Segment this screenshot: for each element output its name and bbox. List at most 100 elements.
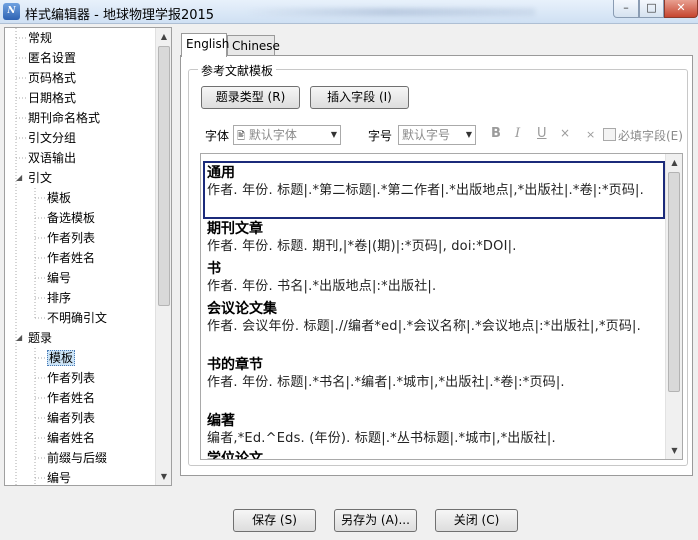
template-name: 通用 bbox=[207, 165, 235, 181]
button-label: 关闭 (C) bbox=[453, 513, 500, 527]
tree-item-label: 排序 bbox=[47, 291, 72, 305]
tree-item-anonymous[interactable]: 匿名设置 bbox=[28, 49, 76, 67]
template-list-scrollbar[interactable]: ▲ ▼ bbox=[665, 154, 682, 459]
tree-item-label: 常规 bbox=[28, 31, 53, 45]
template-entry[interactable]: 编著 编者,*Ed.^Eds. (年份). 标题|.*丛书标题|.*城市|,*出… bbox=[207, 412, 667, 448]
button-label: 题录类型 (R) bbox=[215, 90, 286, 104]
tree-item-citation-numbering[interactable]: 编号 bbox=[47, 269, 71, 287]
tree-item-general[interactable]: 常规 bbox=[28, 29, 52, 47]
superscript-button[interactable]: × bbox=[560, 126, 570, 140]
chevron-down-icon: ▼ bbox=[465, 130, 472, 139]
button-label: 另存为 (A)... bbox=[341, 513, 410, 527]
tree-item-bibliography-templates[interactable]: 模板 bbox=[47, 349, 76, 367]
required-field-checkbox[interactable] bbox=[603, 128, 616, 141]
tree-item-citation-author-lists[interactable]: 作者列表 bbox=[47, 229, 95, 247]
tree-item-label: 题录 bbox=[28, 331, 53, 345]
reference-type-button[interactable]: 题录类型 (R) bbox=[201, 86, 300, 109]
tab-chinese[interactable]: Chinese bbox=[227, 35, 280, 57]
tree-item-bilingual-output[interactable]: 双语输出 bbox=[28, 149, 76, 167]
template-body[interactable]: 作者. 年份. 标题. 期刊,|*卷|(期)|:*页码|, doi:*DOI|. bbox=[207, 238, 667, 256]
tab-english[interactable]: English bbox=[181, 33, 230, 57]
button-label: 保存 (S) bbox=[252, 513, 297, 527]
close-icon: ✕ bbox=[676, 1, 686, 14]
template-entry[interactable]: 期刊文章 作者. 年份. 标题. 期刊,|*卷|(期)|:*页码|, doi:*… bbox=[207, 220, 667, 256]
template-entry[interactable]: 学位论文 bbox=[207, 450, 667, 460]
tree-item-label: 编号 bbox=[47, 271, 72, 285]
tree-item-label: 前缀与后缀 bbox=[47, 451, 108, 465]
tree-item-label: 期刊命名格式 bbox=[28, 111, 101, 125]
tree-item-label: 不明确引文 bbox=[47, 311, 108, 325]
template-body[interactable]: 作者. 年份. 书名|.*出版地点|:*出版社|. bbox=[207, 278, 667, 296]
tree-item-label: 编者姓名 bbox=[47, 431, 96, 445]
tree-item-label: 双语输出 bbox=[28, 151, 77, 165]
tree-item-label: 作者姓名 bbox=[47, 251, 96, 265]
template-entry[interactable]: 通用 作者. 年份. 标题|.*第二标题|.*第二作者|.*出版地点|,*出版社… bbox=[207, 164, 667, 200]
tree-item-date-format[interactable]: 日期格式 bbox=[28, 89, 76, 107]
tree-item-bib-author-lists[interactable]: 作者列表 bbox=[47, 369, 95, 387]
tree-item-bib-numbering[interactable]: 编号 bbox=[47, 469, 71, 485]
font-select[interactable]: 🖹 默认字体 ▼ bbox=[233, 125, 341, 145]
template-body[interactable]: 作者. 年份. 标题|.*书名|.*编者|.*城市|,*出版社|.*卷|:*页码… bbox=[207, 374, 667, 392]
tree-scrollbar[interactable]: ▲ ▼ bbox=[155, 28, 171, 485]
collapse-triangle-icon[interactable]: ◢ bbox=[16, 329, 26, 347]
tree-item-label: 备选模板 bbox=[47, 211, 96, 225]
tree-item-page-format[interactable]: 页码格式 bbox=[28, 69, 76, 87]
title-bar: N 样式编辑器 - 地球物理学报2015 – □ ✕ bbox=[0, 0, 698, 24]
maximize-button[interactable]: □ bbox=[639, 0, 664, 18]
template-entry[interactable]: 书 作者. 年份. 书名|.*出版地点|:*出版社|. bbox=[207, 260, 667, 296]
template-entry[interactable]: 书的章节 作者. 年份. 标题|.*书名|.*编者|.*城市|,*出版社|.*卷… bbox=[207, 356, 667, 392]
tree-item-label: 引文 bbox=[28, 171, 53, 185]
size-select[interactable]: 默认字号 ▼ bbox=[398, 125, 476, 145]
tab-label: Chinese bbox=[232, 39, 280, 53]
tree-item-citation-templates[interactable]: 模板 bbox=[47, 189, 71, 207]
template-body[interactable]: 编者,*Ed.^Eds. (年份). 标题|.*丛书标题|.*城市|,*出版社|… bbox=[207, 430, 667, 448]
tree-item-citations[interactable]: ◢ 引文 bbox=[16, 169, 53, 187]
tree-item-citation-sort[interactable]: 排序 bbox=[47, 289, 71, 307]
tree-item-label: 编者列表 bbox=[47, 411, 96, 425]
tree-item-journal-names[interactable]: 期刊命名格式 bbox=[28, 109, 100, 127]
tree-item-bib-author-name[interactable]: 作者姓名 bbox=[47, 389, 95, 407]
bold-button[interactable]: B bbox=[491, 126, 501, 141]
template-body[interactable]: 作者. 年份. 标题|.*第二标题|.*第二作者|.*出版地点|,*出版社|.*… bbox=[207, 182, 667, 200]
underline-button[interactable]: U bbox=[537, 126, 547, 141]
template-name: 会议论文集 bbox=[207, 301, 277, 317]
tree-item-label: 日期格式 bbox=[28, 91, 77, 105]
required-field-label: 必填字段(E) bbox=[618, 129, 683, 143]
tree-item-editor-name[interactable]: 编者姓名 bbox=[47, 429, 95, 447]
scroll-down-arrow-icon[interactable]: ▼ bbox=[156, 468, 171, 485]
tree-item-ambiguous-citations[interactable]: 不明确引文 bbox=[47, 309, 107, 327]
save-as-button[interactable]: 另存为 (A)... bbox=[334, 509, 417, 532]
maximize-icon: □ bbox=[646, 1, 657, 14]
collapse-triangle-icon[interactable]: ◢ bbox=[16, 169, 26, 187]
tree-item-citation-author-name[interactable]: 作者姓名 bbox=[47, 249, 95, 267]
window-title: 样式编辑器 - 地球物理学报2015 bbox=[25, 8, 215, 23]
scroll-down-arrow-icon[interactable]: ▼ bbox=[666, 442, 682, 459]
template-entry[interactable]: 会议论文集 作者. 会议年份. 标题|.//编者*ed|.*会议名称|.*会议地… bbox=[207, 300, 667, 336]
font-value: 默认字体 bbox=[248, 128, 297, 142]
template-name: 学位论文 bbox=[207, 451, 263, 460]
tree-item-alt-templates[interactable]: 备选模板 bbox=[47, 209, 95, 227]
save-button[interactable]: 保存 (S) bbox=[233, 509, 316, 532]
close-button[interactable]: 关闭 (C) bbox=[435, 509, 518, 532]
tab-label: English bbox=[186, 37, 230, 51]
app-icon: N bbox=[3, 3, 20, 20]
scroll-up-arrow-icon[interactable]: ▲ bbox=[666, 154, 682, 171]
insert-field-button[interactable]: 插入字段 (I) bbox=[310, 86, 409, 109]
template-list-scrollbar-thumb[interactable] bbox=[668, 172, 680, 392]
subscript-button[interactable]: × bbox=[586, 128, 595, 141]
tree-scrollbar-thumb[interactable] bbox=[158, 46, 170, 306]
template-body[interactable]: 作者. 会议年份. 标题|.//编者*ed|.*会议名称|.*会议地点|:*出版… bbox=[207, 318, 667, 336]
title-blur-artifact bbox=[245, 8, 535, 16]
italic-button[interactable]: I bbox=[515, 126, 520, 141]
close-window-button[interactable]: ✕ bbox=[664, 0, 698, 18]
template-list[interactable]: 通用 作者. 年份. 标题|.*第二标题|.*第二作者|.*出版地点|,*出版社… bbox=[200, 153, 683, 460]
tree-item-bibliography[interactable]: ◢ 题录 bbox=[16, 329, 53, 347]
minimize-button[interactable]: – bbox=[613, 0, 639, 18]
tree-item-editor-lists[interactable]: 编者列表 bbox=[47, 409, 95, 427]
size-label: 字号 bbox=[368, 129, 393, 143]
template-name: 期刊文章 bbox=[207, 221, 263, 237]
tree-item-prefix-suffix[interactable]: 前缀与后缀 bbox=[47, 449, 107, 467]
tree-item-citation-grouping[interactable]: 引文分组 bbox=[28, 129, 76, 147]
scroll-up-arrow-icon[interactable]: ▲ bbox=[156, 28, 171, 45]
settings-tree: 常规 匿名设置 页码格式 日期格式 期刊命名格式 引文分组 双语输出 ◢ 引文 … bbox=[4, 27, 172, 486]
